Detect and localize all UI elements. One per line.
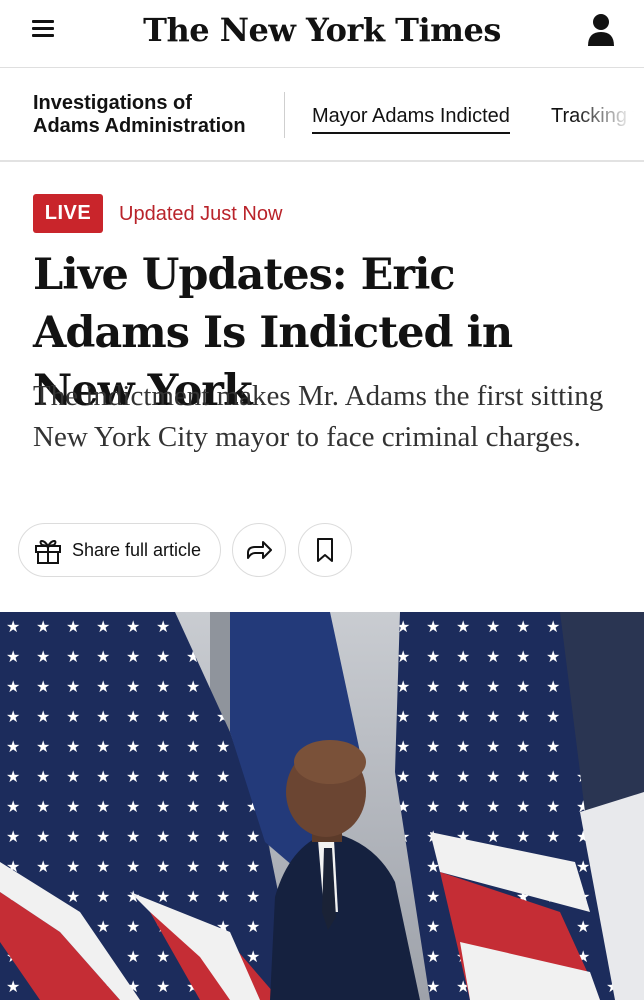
nyt-logo[interactable]: The New York Times [0, 10, 644, 50]
share-full-article-button[interactable]: Share full article [18, 523, 221, 577]
nav-divider [284, 92, 285, 138]
article-photo: ★ [0, 612, 644, 1000]
section-title[interactable]: Investigations of Adams Administration [33, 92, 273, 138]
updated-timestamp: Updated Just Now [119, 203, 283, 225]
masthead: The New York Times [0, 0, 644, 68]
bookmark-icon [317, 538, 333, 562]
share-arrow-icon [247, 541, 272, 559]
save-bookmark-button[interactable] [298, 523, 352, 577]
tab-mayor-adams-indicted[interactable]: Mayor Adams Indicted [312, 104, 510, 134]
share-button[interactable] [232, 523, 286, 577]
live-badge: LIVE [33, 194, 103, 233]
nav-fade [574, 68, 644, 160]
section-title-line2: Adams Administration [33, 115, 246, 137]
gift-icon [35, 540, 61, 564]
article-summary: The indictment makes Mr. Adams the first… [33, 380, 604, 453]
account-icon[interactable] [586, 12, 616, 48]
share-button-label: Share full article [72, 539, 202, 560]
section-title-line1: Investigations of [33, 92, 192, 114]
section-nav: Investigations of Adams Administration M… [0, 68, 644, 162]
